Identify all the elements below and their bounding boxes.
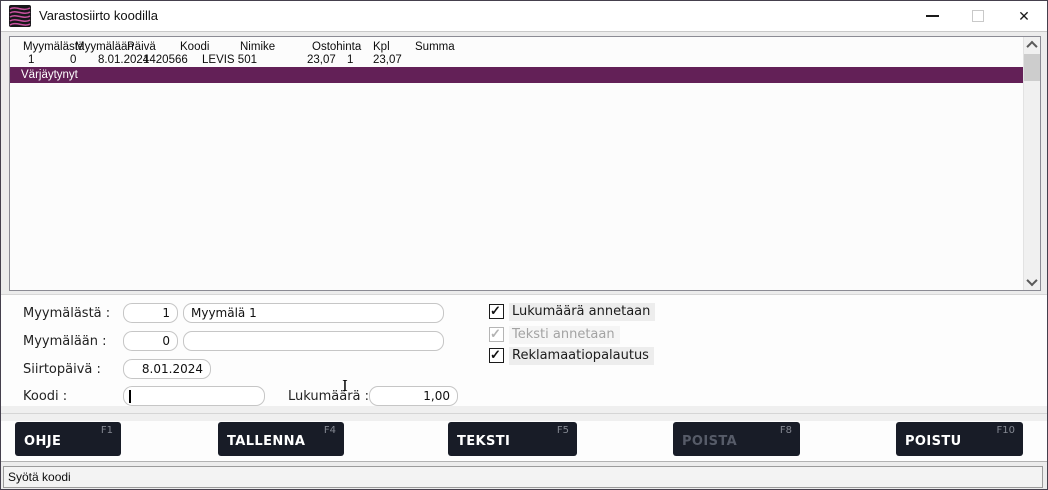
- scroll-down-button[interactable]: [1024, 274, 1040, 290]
- cell-item-name: LEVIS 501: [202, 54, 257, 66]
- checkbox-row-complaint-return[interactable]: Reklamaatiopalautus: [489, 347, 654, 364]
- fkey-hint: F8: [780, 425, 792, 436]
- column-header[interactable]: Nimike: [240, 41, 275, 53]
- cell-purchase-price: 23,07: [307, 54, 336, 66]
- app-icon: [9, 5, 31, 27]
- minimize-icon: [926, 15, 939, 17]
- checkbox-checked-icon: [489, 327, 504, 342]
- column-header[interactable]: Kpl: [373, 41, 390, 53]
- from-store-name-field[interactable]: Myymälä 1: [183, 303, 444, 323]
- button-label: TALLENNA: [227, 434, 305, 449]
- exit-button[interactable]: POISTU F10: [896, 422, 1023, 456]
- cell-code: 1420566: [143, 54, 188, 66]
- fkey-hint: F1: [101, 425, 113, 436]
- checkbox-label: Teksti annetaan: [509, 326, 620, 344]
- help-button[interactable]: OHJE F1: [15, 422, 121, 456]
- to-store-name-field[interactable]: [183, 331, 444, 351]
- checkbox-label: Lukumäärä annetaan: [509, 303, 655, 321]
- from-store-number-field[interactable]: 1: [123, 303, 178, 323]
- transfer-date-field[interactable]: 8.01.2024: [123, 359, 211, 379]
- to-store-number-value: 0: [124, 332, 177, 350]
- section-divider-line: [1, 413, 1047, 414]
- grid-panel: Myymälästä Myymälään Päivä Koodi Nimike …: [1, 32, 1047, 295]
- titlebar: Varastosiirto koodilla ✕: [1, 1, 1047, 32]
- status-message: Syötä koodi: [4, 467, 1042, 487]
- from-store-label: Myymälästä :: [23, 306, 110, 321]
- code-input-field[interactable]: [123, 386, 265, 406]
- column-header[interactable]: Myymälään: [75, 41, 134, 53]
- checkbox-row-text-given: Teksti annetaan: [489, 326, 620, 343]
- scrollbar-thumb[interactable]: [1024, 54, 1040, 81]
- quantity-field[interactable]: 1,00: [369, 386, 458, 406]
- save-button[interactable]: TALLENNA F4: [218, 422, 344, 456]
- column-header[interactable]: Päivä: [127, 41, 156, 53]
- maximize-button: [955, 1, 1001, 31]
- transfer-grid: Myymälästä Myymälään Päivä Koodi Nimike …: [9, 36, 1041, 291]
- checkbox-checked-icon[interactable]: [489, 348, 504, 363]
- scroll-up-button[interactable]: [1024, 37, 1040, 53]
- button-label: POISTA: [682, 434, 737, 449]
- button-label: POISTU: [905, 434, 962, 449]
- button-label: TEKSTI: [457, 434, 510, 449]
- quantity-value: 1,00: [370, 387, 457, 405]
- from-store-name-value: Myymälä 1: [184, 304, 443, 322]
- checkbox-row-quantity-given[interactable]: Lukumäärä annetaan: [489, 303, 655, 320]
- selected-table-row[interactable]: Värjäytynyt: [10, 67, 1023, 83]
- text-caret: [129, 390, 131, 403]
- cell-to-store: 0: [70, 54, 76, 66]
- app-window: Varastosiirto koodilla ✕ Myymälästä Myym…: [0, 0, 1048, 490]
- delete-button: POISTA F8: [673, 422, 800, 456]
- checkbox-label: Reklamaatiopalautus: [509, 347, 654, 365]
- column-header[interactable]: Koodi: [180, 41, 209, 53]
- button-label: OHJE: [24, 434, 61, 449]
- cell-date: 8.01.2024: [98, 54, 149, 66]
- fkey-hint: F5: [557, 425, 569, 436]
- fkey-hint: F4: [324, 425, 336, 436]
- column-header[interactable]: Ostohinta: [312, 41, 361, 53]
- to-store-label: Myymälään :: [23, 334, 107, 349]
- selected-row-text: Värjäytynyt: [21, 67, 1023, 83]
- fkey-hint: F10: [997, 425, 1015, 436]
- window-controls: ✕: [909, 1, 1047, 31]
- cell-from-store: 1: [28, 54, 34, 66]
- checkbox-checked-icon[interactable]: [489, 304, 504, 319]
- maximize-icon: [972, 10, 984, 22]
- statusbar: Syötä koodi: [1, 462, 1047, 489]
- column-header[interactable]: Summa: [415, 41, 455, 53]
- chevron-up-icon: [1026, 41, 1037, 52]
- from-store-number-value: 1: [124, 304, 177, 322]
- cell-qty: 1: [347, 54, 353, 66]
- text-button[interactable]: TEKSTI F5: [448, 422, 577, 456]
- transfer-date-value: 8.01.2024: [124, 360, 210, 378]
- vertical-scrollbar[interactable]: [1023, 37, 1040, 290]
- quantity-label: Lukumäärä :: [288, 389, 369, 404]
- close-button[interactable]: ✕: [1001, 1, 1047, 31]
- status-message-box: Syötä koodi: [3, 466, 1043, 488]
- chevron-down-icon: [1026, 275, 1037, 286]
- cell-sum: 23,07: [373, 54, 402, 66]
- minimize-button[interactable]: [909, 1, 955, 31]
- close-icon: ✕: [1018, 9, 1030, 23]
- code-label: Koodi :: [23, 389, 67, 404]
- transfer-date-label: Siirtopäivä :: [23, 362, 101, 377]
- to-store-number-field[interactable]: 0: [123, 331, 178, 351]
- window-title: Varastosiirto koodilla: [39, 1, 158, 31]
